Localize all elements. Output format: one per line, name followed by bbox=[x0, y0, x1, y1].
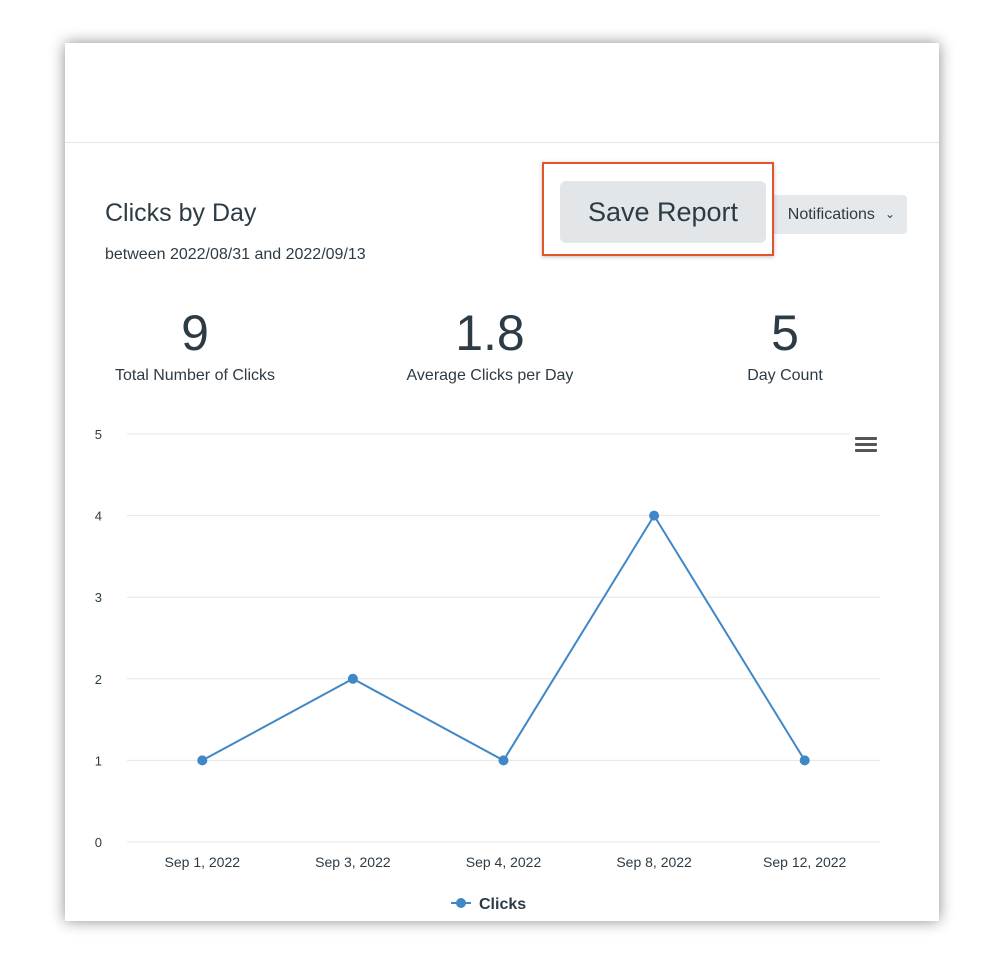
report-panel: Clicks by Day between 2022/08/31 and 202… bbox=[65, 43, 939, 921]
x-tick-label: Sep 8, 2022 bbox=[616, 854, 692, 870]
x-tick-label: Sep 1, 2022 bbox=[165, 854, 241, 870]
data-point bbox=[498, 755, 509, 766]
y-tick-label: 1 bbox=[95, 753, 102, 768]
x-tick-label: Sep 12, 2022 bbox=[763, 854, 847, 870]
y-tick-label: 3 bbox=[95, 590, 102, 605]
x-tick-label: Sep 3, 2022 bbox=[315, 854, 391, 870]
data-point bbox=[799, 755, 810, 766]
data-point bbox=[649, 510, 660, 521]
y-tick-label: 4 bbox=[95, 509, 102, 524]
legend-label: Clicks bbox=[479, 896, 526, 913]
y-tick-label: 0 bbox=[95, 835, 102, 850]
hamburger-menu-icon[interactable] bbox=[855, 437, 877, 455]
legend-marker-icon bbox=[456, 898, 466, 908]
series-line bbox=[201, 513, 806, 762]
x-tick-label: Sep 4, 2022 bbox=[466, 854, 542, 870]
data-point bbox=[197, 755, 208, 766]
y-tick-label: 5 bbox=[95, 427, 102, 442]
y-tick-label: 2 bbox=[95, 672, 102, 687]
clicks-line-chart: 0 1 2 3 4 5 Sep 1, 2022 Sep 3, 2022 Sep 4, 2022 S… bbox=[95, 427, 880, 913]
data-point bbox=[347, 673, 358, 684]
